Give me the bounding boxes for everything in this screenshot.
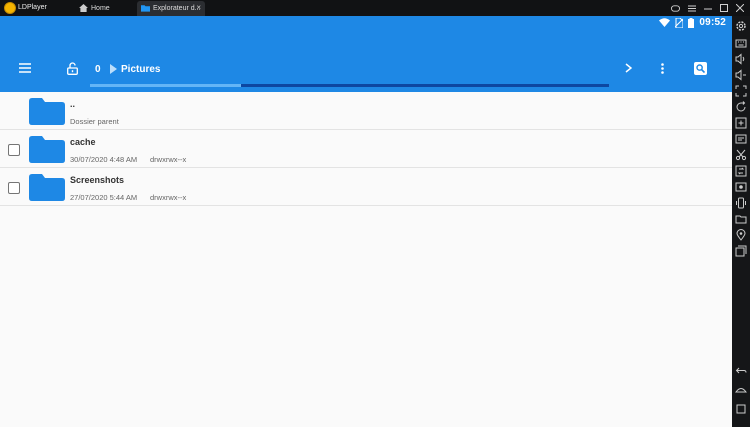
wifi-icon [659, 18, 671, 27]
gear-icon[interactable] [735, 19, 747, 31]
menu-lines-icon[interactable] [687, 1, 696, 15]
path-count[interactable]: 0 [95, 64, 101, 75]
loading-progress-fill [90, 84, 241, 87]
loading-progress-bar [90, 84, 609, 87]
folder-icon [29, 174, 65, 201]
shake-icon[interactable] [735, 196, 747, 209]
record-icon[interactable] [735, 180, 747, 192]
sync-icon[interactable] [735, 164, 747, 177]
search-button[interactable] [694, 62, 707, 75]
minimize-icon[interactable] [703, 1, 712, 15]
select-checkbox[interactable] [8, 182, 20, 194]
back-icon[interactable] [735, 364, 747, 376]
menu-icon[interactable] [18, 61, 32, 75]
list-item-screenshots[interactable]: Screenshots 27/07/2020 5:44 AM drwxrwx--… [0, 168, 732, 206]
file-name: .. [70, 99, 76, 109]
app-name: LDPlayer [18, 4, 47, 11]
list-item-cache[interactable]: cache 30/07/2020 4:48 AM drwxrwx--x [0, 130, 732, 168]
keyboard-icon[interactable] [735, 36, 747, 48]
file-permissions: drwxrwx--x [150, 155, 187, 164]
folder-icon [29, 98, 65, 125]
folder-icon[interactable] [735, 212, 747, 224]
app-bar: 0 Pictures [0, 31, 732, 92]
add-app-icon[interactable] [735, 116, 747, 129]
more-vert-icon[interactable] [656, 61, 668, 75]
battery-icon [688, 17, 695, 28]
list-item-parent[interactable]: .. Dossier parent [0, 92, 732, 130]
home-icon [79, 4, 88, 12]
rotate-icon[interactable] [735, 100, 747, 112]
tab-home[interactable]: Home [75, 1, 137, 16]
file-permissions: drwxrwx--x [150, 193, 187, 202]
status-time: 09:52 [699, 17, 726, 28]
file-detail: Dossier parent [70, 117, 119, 126]
multi-instance-icon[interactable] [735, 244, 747, 257]
file-date: 27/07/2020 5:44 AM [70, 193, 138, 202]
scissors-icon[interactable] [735, 148, 747, 161]
android-screen: 09:52 0 Pictures .. Dossier parent cache… [0, 16, 732, 427]
chevron-right-icon[interactable] [622, 62, 634, 74]
tab-folder-icon [141, 5, 150, 12]
apk-icon[interactable] [735, 132, 747, 144]
recent-apps-icon[interactable] [735, 402, 747, 414]
location-icon[interactable] [735, 228, 747, 241]
breadcrumb-current-folder[interactable]: Pictures [121, 64, 160, 75]
breadcrumb-arrow-icon [110, 64, 117, 74]
no-sim-icon [675, 17, 684, 28]
volume-down-icon[interactable] [735, 68, 747, 81]
volume-up-icon[interactable] [735, 52, 747, 65]
file-name: cache [70, 137, 96, 147]
select-checkbox[interactable] [8, 144, 20, 156]
file-name: Screenshots [70, 175, 125, 185]
close-window-icon[interactable] [735, 1, 744, 15]
maximize-icon[interactable] [719, 1, 728, 15]
tab-explorer[interactable]: Explorateur d... × [137, 1, 205, 16]
folder-icon [29, 136, 65, 163]
lock-icon[interactable] [65, 60, 79, 76]
emulator-titlebar: LDPlayer Home Explorateur d... × [0, 0, 750, 16]
emulator-side-toolbar [732, 16, 750, 427]
close-tab-icon[interactable]: × [196, 3, 201, 12]
tab-home-label: Home [91, 5, 110, 12]
file-date: 30/07/2020 4:48 AM [70, 155, 138, 164]
status-bar: 09:52 [0, 16, 732, 31]
home-icon[interactable] [735, 382, 747, 394]
tab-explorer-label: Explorateur d... [153, 5, 201, 12]
gamepad-icon[interactable] [671, 1, 680, 15]
ldplayer-logo-icon [4, 2, 16, 14]
search-icon [696, 64, 705, 73]
screen-size-icon[interactable] [735, 84, 747, 97]
